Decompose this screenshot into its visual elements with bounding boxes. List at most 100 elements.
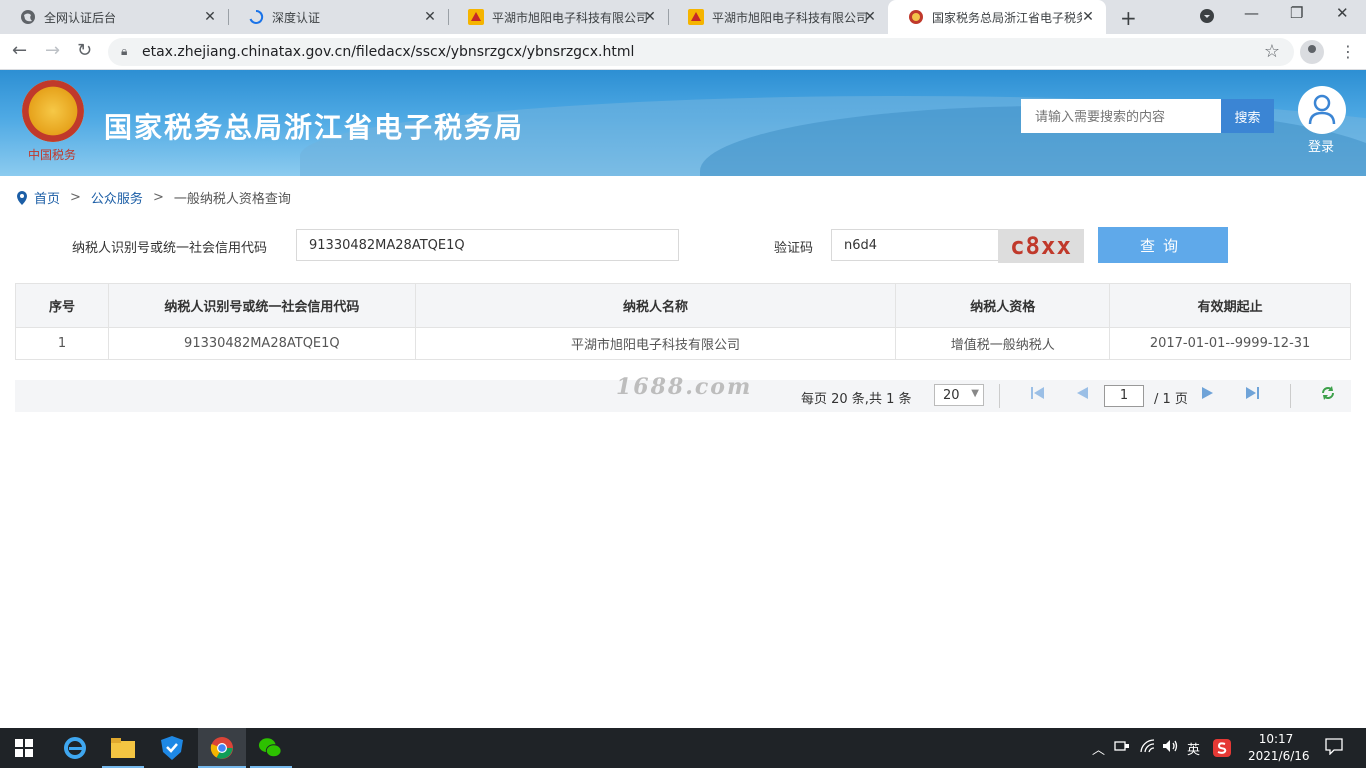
page-number-input[interactable]: 1	[1104, 385, 1144, 407]
close-icon[interactable]: ✕	[202, 9, 218, 25]
column-header: 纳税人识别号或统一社会信用代码	[107, 283, 416, 328]
previous-page-icon[interactable]	[1074, 386, 1090, 404]
tab-search-icon[interactable]	[1199, 8, 1215, 28]
login-link[interactable]: 登录	[1308, 136, 1334, 155]
tax-emblem-favicon-icon	[908, 9, 924, 25]
tab-title: 国家税务总局浙江省电子税务局	[932, 10, 1082, 25]
next-page-icon[interactable]	[1200, 386, 1216, 404]
site-banner: 中国税务 国家税务总局浙江省电子税务局 搜索 登录	[0, 70, 1366, 176]
first-page-icon[interactable]	[1030, 386, 1046, 404]
page-summary: 每页 20 条,共 1 条	[801, 392, 912, 407]
tax-emblem-logo	[22, 80, 84, 142]
windows-taskbar: ︿ 英 10:17 2021/6/16	[0, 728, 1366, 768]
url-text[interactable]: etax.zhejiang.chinatax.gov.cn/filedacx/s…	[142, 44, 634, 60]
tray-expand-icon[interactable]: ︿	[1092, 739, 1105, 758]
column-header: 序号	[15, 283, 109, 328]
breadcrumb-separator: >	[70, 190, 81, 205]
profile-avatar-icon[interactable]	[1300, 40, 1324, 64]
browser-tab[interactable]: 全网认证后台 ✕	[0, 0, 228, 34]
column-header: 纳税人名称	[414, 283, 897, 328]
breadcrumb-separator: >	[152, 190, 164, 205]
last-page-icon[interactable]	[1244, 386, 1260, 404]
restore-icon[interactable]: ❐	[1290, 4, 1303, 22]
table-cell: 1	[15, 327, 109, 360]
total-pages-label: / 1 页	[1154, 392, 1188, 407]
user-login-icon[interactable]	[1298, 86, 1346, 134]
location-pin-icon	[17, 190, 27, 205]
tab-title: 全网认证后台	[44, 10, 117, 25]
notification-center-icon[interactable]	[1325, 737, 1343, 759]
browser-tab[interactable]: 深度认证 ✕	[228, 0, 448, 34]
captcha-image[interactable]: c8xx	[998, 229, 1084, 263]
table-cell: 91330482MA28ATQE1Q	[107, 327, 416, 360]
site-search-button[interactable]: 搜索	[1221, 99, 1274, 133]
globe-icon	[20, 9, 36, 25]
browser-tab[interactable]: 平湖市旭阳电子科技有限公司 ✕	[448, 0, 668, 34]
site-favicon-icon	[688, 9, 704, 25]
page-size-select[interactable]: 20 ▼	[934, 384, 984, 406]
breadcrumb: 首页 > 公众服务 > 一般纳税人资格查询	[16, 188, 291, 207]
result-table: 序号 纳税人识别号或统一社会信用代码 纳税人名称 纳税人资格 有效期起止 1 9…	[15, 283, 1351, 360]
volume-icon[interactable]	[1162, 739, 1180, 757]
loading-spinner-icon	[248, 9, 264, 25]
tab-title: 平湖市旭阳电子科技有限公司	[492, 10, 649, 25]
reload-icon[interactable]: ↻	[77, 40, 92, 61]
page-size-value: 20	[943, 387, 960, 403]
tab-title: 平湖市旭阳电子科技有限公司	[712, 10, 869, 25]
site-search-input[interactable]	[1021, 99, 1221, 133]
forward-icon[interactable]: →	[45, 40, 60, 61]
column-header: 纳税人资格	[895, 283, 1111, 328]
clock-time: 10:17	[1258, 732, 1294, 746]
wechat-icon[interactable]	[258, 736, 282, 760]
site-title: 国家税务总局浙江省电子税务局	[104, 111, 525, 144]
pager-divider	[1290, 384, 1291, 408]
windows-start-icon[interactable]	[12, 736, 36, 760]
close-icon[interactable]: ✕	[1080, 9, 1096, 25]
new-tab-icon[interactable]: +	[1120, 6, 1137, 30]
chrome-icon[interactable]	[210, 736, 234, 760]
close-icon[interactable]: ✕	[422, 9, 438, 25]
input-method-indicator[interactable]: 英	[1187, 739, 1200, 758]
clock-date: 2021/6/16	[1248, 749, 1310, 763]
system-clock[interactable]: 10:17 2021/6/16	[1248, 731, 1310, 765]
column-header: 有效期起止	[1109, 283, 1351, 328]
lock-icon[interactable]: 🔒︎	[121, 44, 127, 59]
refresh-icon[interactable]	[1320, 385, 1336, 405]
breadcrumb-home-link[interactable]: 首页	[34, 188, 60, 207]
network-device-icon[interactable]	[1114, 739, 1130, 757]
captcha-label: 验证码	[774, 241, 814, 256]
table-cell: 2017-01-01--9999-12-31	[1109, 327, 1351, 360]
pager-divider	[999, 384, 1000, 408]
breadcrumb-current: 一般纳税人资格查询	[173, 192, 291, 207]
back-icon[interactable]: ←	[12, 40, 27, 61]
internet-explorer-icon[interactable]	[63, 736, 87, 760]
sogou-ime-icon[interactable]	[1213, 739, 1231, 761]
taxpayer-id-input[interactable]: 91330482MA28ATQE1Q	[296, 229, 679, 261]
table-cell: 平湖市旭阳电子科技有限公司	[414, 327, 897, 360]
query-button[interactable]: 查询	[1098, 227, 1228, 263]
security-shield-icon[interactable]	[160, 736, 184, 760]
browser-toolbar: ← → ↻ 🔒︎ etax.zhejiang.chinatax.gov.cn/f…	[0, 34, 1366, 70]
more-menu-icon[interactable]: ⋮	[1340, 42, 1356, 61]
watermark-text: 1688.com	[616, 374, 753, 400]
window-close-icon[interactable]: ✕	[1336, 4, 1349, 22]
table-cell: 增值税一般纳税人	[895, 327, 1111, 360]
close-icon[interactable]: ✕	[642, 9, 658, 25]
table-row: 1 91330482MA28ATQE1Q 平湖市旭阳电子科技有限公司 增值税一般…	[15, 327, 1351, 360]
browser-tab-strip: 全网认证后台 ✕ 深度认证 ✕ 平湖市旭阳电子科技有限公司 ✕ 平湖市旭阳电子科…	[0, 0, 1366, 34]
browser-tab[interactable]: 平湖市旭阳电子科技有限公司 ✕	[668, 0, 888, 34]
taxpayer-id-label: 纳税人识别号或统一社会信用代码	[72, 241, 268, 256]
browser-tab-active[interactable]: 国家税务总局浙江省电子税务局 ✕	[888, 0, 1106, 34]
minimize-icon[interactable]: —	[1244, 4, 1259, 22]
address-bar[interactable]: 🔒︎ etax.zhejiang.chinatax.gov.cn/filedac…	[108, 38, 1294, 66]
bookmark-star-icon[interactable]: ☆	[1264, 41, 1280, 62]
captcha-input[interactable]: n6d4	[831, 229, 999, 261]
close-icon[interactable]: ✕	[862, 9, 878, 25]
site-favicon-icon	[468, 9, 484, 25]
wifi-icon[interactable]	[1140, 739, 1156, 757]
breadcrumb-public-service-link[interactable]: 公众服务	[91, 188, 143, 207]
file-explorer-icon[interactable]	[111, 736, 135, 760]
table-header-row: 序号 纳税人识别号或统一社会信用代码 纳税人名称 纳税人资格 有效期起止	[15, 283, 1351, 328]
chevron-down-icon: ▼	[971, 388, 979, 399]
tab-title: 深度认证	[272, 10, 321, 25]
